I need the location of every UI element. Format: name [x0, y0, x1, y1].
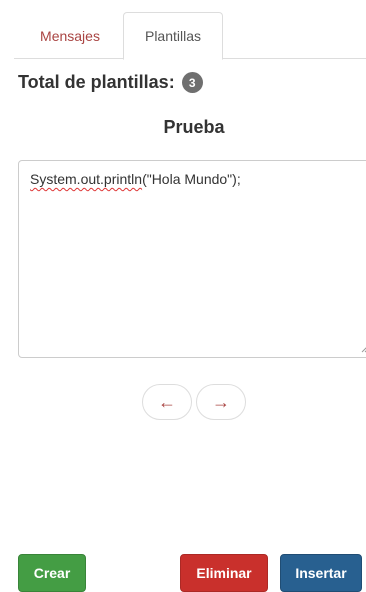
template-content-textarea[interactable]: System.out.println("Hola Mundo");	[18, 160, 366, 358]
tab-plantillas[interactable]: Plantillas	[123, 12, 223, 60]
templates-total: Total de plantillas: 3	[18, 72, 203, 93]
tab-bar: Mensajes Plantillas	[14, 12, 366, 60]
next-template-button[interactable]: →	[196, 384, 246, 420]
tab-mensajes[interactable]: Mensajes	[24, 12, 116, 59]
previous-template-button[interactable]: ←	[142, 384, 192, 420]
arrow-right-icon: →	[212, 391, 230, 412]
delete-button[interactable]: Eliminar	[180, 554, 268, 592]
template-content-text: ("Hola Mundo");	[142, 171, 241, 187]
insert-button[interactable]: Insertar	[280, 554, 362, 592]
create-button[interactable]: Crear	[18, 554, 86, 592]
arrow-left-icon: ←	[158, 391, 176, 412]
resize-grip-icon[interactable]	[361, 345, 366, 353]
templates-total-label: Total de plantillas:	[18, 72, 175, 92]
misspelled-word: System.out.println	[30, 171, 143, 187]
template-title: Prueba	[163, 117, 225, 137]
templates-count-badge: 3	[181, 72, 203, 93]
